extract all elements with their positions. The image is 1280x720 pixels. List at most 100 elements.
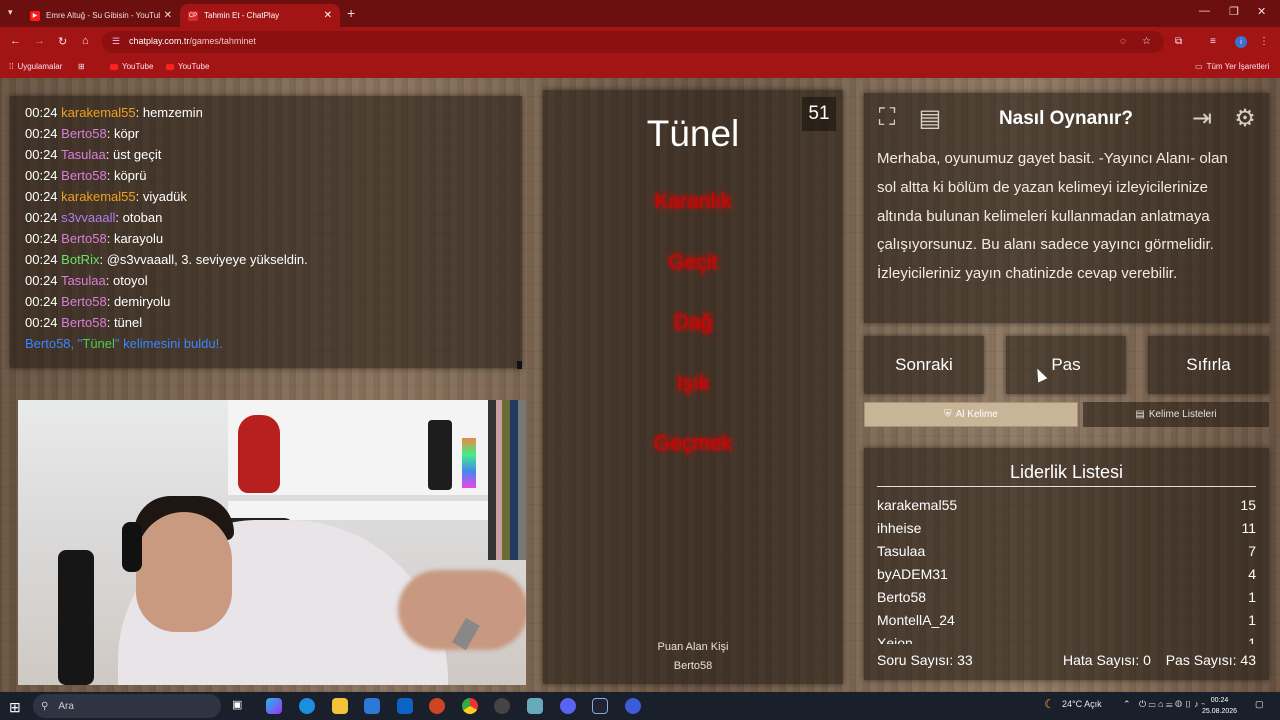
tab-get-word[interactable]: ⛨ Al Kelime <box>864 402 1078 427</box>
chat-message: 00:24 BotRix: @s3vvaaall, 3. seviyeye yü… <box>25 252 308 267</box>
chat-message: 00:24 Tasulaa: üst geçit <box>25 147 162 162</box>
youtube-icon: ▶ <box>30 10 40 21</box>
address-bar[interactable]: ☰ chatplay.com.tr/games/tahminet <box>102 31 1164 53</box>
chat-username[interactable]: Berto58 <box>61 315 107 330</box>
chat-scrollbar[interactable] <box>517 361 522 369</box>
exit-icon[interactable]: ⇥ <box>1186 102 1218 134</box>
gear-icon[interactable]: ⚙ <box>1229 102 1261 134</box>
next-button[interactable]: Sonraki <box>864 336 984 394</box>
close-tab-icon[interactable]: ✕ <box>164 10 172 21</box>
close-window-icon[interactable]: ✕ <box>1257 5 1266 18</box>
chat-username[interactable]: Tasulaa <box>61 273 106 288</box>
weather-text[interactable]: 24°C Açık <box>1062 699 1102 709</box>
minimize-icon[interactable]: — <box>1199 5 1210 17</box>
app2-icon[interactable] <box>625 698 641 714</box>
forbidden-word: Işık <box>676 372 710 395</box>
store-icon[interactable] <box>364 698 380 714</box>
notes-icon[interactable]: ▤ <box>914 102 946 134</box>
system-clock[interactable]: 00:24 25.08.2026 <box>1202 695 1237 717</box>
restore-icon[interactable]: ❐ <box>1229 5 1239 18</box>
player-score: 1 <box>1248 612 1256 628</box>
scorer-name: Berto58 <box>673 660 713 672</box>
extensions-icon[interactable]: ⧉ <box>1175 36 1182 47</box>
app-icon[interactable] <box>429 698 445 714</box>
bookmark-youtube-1[interactable]: YouTube <box>110 62 153 71</box>
close-tab-icon[interactable]: ✕ <box>324 10 332 21</box>
chrome-icon[interactable] <box>462 698 478 714</box>
target-word: Tünel <box>646 113 740 154</box>
chat-username[interactable]: karakemal55 <box>61 105 135 120</box>
chat-username[interactable]: BotRix <box>61 252 99 267</box>
reset-button[interactable]: Sıfırla <box>1148 336 1269 394</box>
chat-username[interactable]: karakemal55 <box>61 189 135 204</box>
chat-message: 00:24 karakemal55: viyadük <box>25 189 187 204</box>
chat-message: 00:24 Berto58: tünel <box>25 315 143 330</box>
apps-bookmark[interactable]: ⁞⁞ Uygulamalar <box>9 62 62 71</box>
leaderboard-row: Berto58 1 <box>877 586 1256 609</box>
bookmark-youtube-2[interactable]: YouTube <box>166 62 209 71</box>
taskbar-search[interactable]: ⚲ Ara <box>33 694 221 718</box>
how-to-play-title: Nasıl Oynanır? <box>998 108 1134 129</box>
tab-word-lists[interactable]: ▤ Kelime Listeleri <box>1083 402 1269 427</box>
forward-icon[interactable]: → <box>34 35 45 47</box>
forbidden-word: Dağ <box>673 311 713 334</box>
tab-youtube[interactable]: ▶ Emre Altuğ - Su Gibisin - YouTube ✕ <box>22 4 180 27</box>
player-score: 11 <box>1241 520 1256 536</box>
new-tab-icon[interactable]: + <box>347 5 355 21</box>
profile-avatar[interactable]: i <box>1235 36 1247 48</box>
task-view-icon[interactable]: ▣ <box>232 698 248 714</box>
mail-icon[interactable] <box>397 698 413 714</box>
kebab-menu-icon[interactable]: ⋮ <box>1259 36 1269 47</box>
search-icon: ⚲ <box>41 700 49 712</box>
edge-icon[interactable] <box>299 698 315 714</box>
network-app-icon[interactable] <box>527 698 543 714</box>
chat-username[interactable]: Berto58 <box>61 231 107 246</box>
bookmark-star-icon[interactable]: ☆ <box>1142 36 1151 47</box>
leaderboard-row: karakemal55 15 <box>877 494 1256 517</box>
all-bookmarks[interactable]: ▭ Tüm Yer İşaretleri <box>1195 62 1269 71</box>
url-text: chatplay.com.tr/games/tahminet <box>129 36 256 46</box>
player-score: 1 <box>1248 589 1256 605</box>
site-info-icon[interactable]: ☰ <box>112 36 120 47</box>
discord-icon[interactable] <box>560 698 576 714</box>
chat-username[interactable]: s3vvaaall <box>61 210 115 225</box>
player-score: 15 <box>1240 497 1256 513</box>
tray-icons[interactable]: ⏻ ▭ ⌂ ☰ ◍ ▯ ♪ ⌁ <box>1139 699 1205 710</box>
eye-off-icon[interactable]: ◌ <box>1120 36 1126 47</box>
fullscreen-icon[interactable]: ⛶ <box>871 102 903 134</box>
leaderboard-list[interactable]: karakemal55 15 ihheise 11 Tasulaa 7 byADEM31 4 B… <box>877 494 1256 644</box>
file-explorer-icon[interactable] <box>332 698 348 714</box>
chat-message: 00:24 Berto58: köprü <box>25 168 147 183</box>
chatplay-favicon: CP <box>188 10 198 21</box>
notification-icon[interactable]: ▢ <box>1255 699 1264 710</box>
chat-username[interactable]: Berto58 <box>61 294 107 309</box>
reload-icon[interactable]: ↻ <box>58 35 67 48</box>
chevron-up-icon[interactable]: ⌃ <box>1123 699 1131 710</box>
chat-username[interactable]: Tasulaa <box>61 147 106 162</box>
tab-search-icon[interactable]: ▾ <box>8 7 13 18</box>
youtube-icon <box>110 63 118 70</box>
obs-icon[interactable] <box>494 698 510 714</box>
reading-list-icon[interactable]: ≡ <box>1210 36 1216 47</box>
windows-start-icon[interactable]: ⊞ <box>9 699 21 716</box>
apps-grid-icon: ⁞⁞ <box>9 62 14 71</box>
home-icon[interactable]: ⌂ <box>82 35 89 47</box>
grid-icon[interactable]: ⊞ <box>78 62 85 71</box>
tab-title: Tahmin Et - ChatPlay <box>204 11 280 20</box>
chat-message: 00:24 Berto58: demiryolu <box>25 294 171 309</box>
folder-icon: ▭ <box>1195 62 1203 71</box>
chat-username[interactable]: Berto58 <box>61 168 107 183</box>
divider <box>877 486 1256 487</box>
pass-button[interactable]: Pas <box>1006 336 1126 394</box>
forbidden-word: Geçmek <box>653 432 733 455</box>
tab-chatplay[interactable]: CP Tahmin Et - ChatPlay ✕ <box>180 4 340 27</box>
back-icon[interactable]: ← <box>10 35 21 47</box>
leaderboard-row: byADEM31 4 <box>877 563 1256 586</box>
chat-username[interactable]: Berto58 <box>61 126 107 141</box>
copilot-icon[interactable] <box>266 698 282 714</box>
chat-message: 00:24 s3vvaaall: otoban <box>25 210 163 225</box>
bookmarks-bar: ⁞⁞ Uygulamalar ⊞ YouTube YouTube ▭ Tüm Yer… <box>0 56 1280 78</box>
found-message: Berto58, "Tünel" kelimesini buldu!. <box>25 336 223 351</box>
steam-icon[interactable] <box>592 698 608 714</box>
player-name: MontellA_24 <box>877 612 955 628</box>
